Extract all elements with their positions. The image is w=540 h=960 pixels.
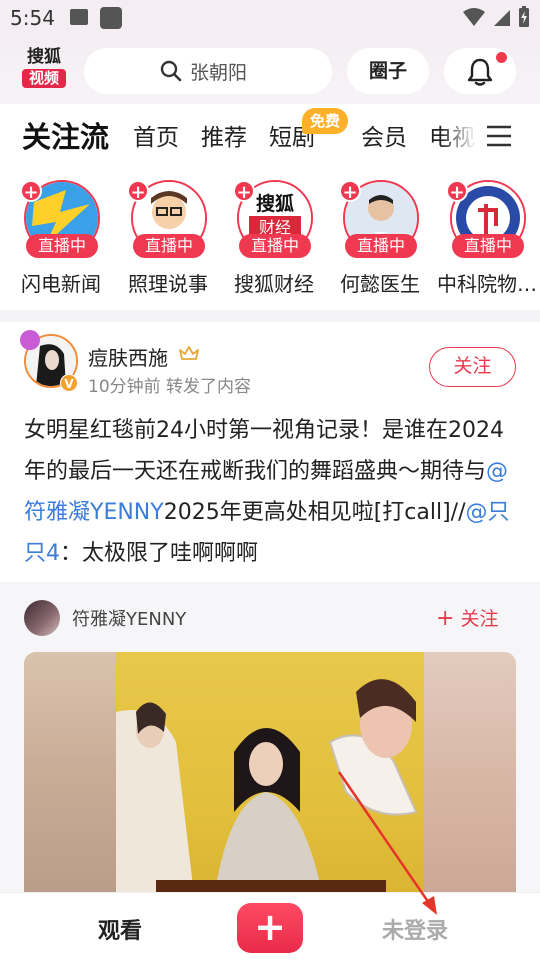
add-icon[interactable]: + bbox=[20, 180, 42, 203]
video-scene-icon bbox=[116, 679, 418, 892]
add-icon[interactable]: + bbox=[233, 180, 255, 203]
follow-button[interactable]: 关注 bbox=[429, 347, 516, 387]
quoted-follow-button[interactable]: + 关注 bbox=[436, 604, 498, 631]
plus-icon: + bbox=[436, 606, 455, 631]
post-text-part: 2025年更高处相见啦[打call]// bbox=[163, 500, 466, 525]
quoted-author-name[interactable]: 符雅凝YENNY bbox=[72, 605, 186, 631]
live-item[interactable]: + 直播中 中科院物… bbox=[434, 180, 540, 300]
logo-bottom-text: 视频 bbox=[22, 69, 66, 88]
sohu-video-logo[interactable]: 搜狐 视频 bbox=[22, 48, 66, 90]
bottom-nav: 观看 + 未登录 bbox=[0, 892, 540, 960]
live-item-name: 中科院物… bbox=[437, 272, 537, 296]
video-blur-right bbox=[424, 652, 516, 892]
channel-tabs: 关注流 首页 推荐 短剧 免费 会员 电视 bbox=[0, 104, 540, 166]
battery-icon bbox=[519, 6, 529, 27]
live-item[interactable]: + 直播中 闪电新闻 bbox=[8, 180, 114, 300]
avatar-frame-icon bbox=[20, 330, 40, 350]
tab-home[interactable]: 首页 bbox=[133, 118, 179, 152]
post-text-part: 女明星红毯前24小时第一视角记录！是谁在2024年的最后一天还在戒断我们的舞蹈盛… bbox=[24, 418, 504, 484]
post-text[interactable]: 女明星红毯前24小时第一视角记录！是谁在2024年的最后一天还在戒断我们的舞蹈盛… bbox=[24, 410, 520, 574]
create-button[interactable]: + bbox=[237, 903, 303, 953]
app-notification-icon bbox=[100, 7, 122, 29]
search-placeholder: 张朝阳 bbox=[190, 62, 248, 84]
live-badge: 直播中 bbox=[133, 234, 205, 258]
free-badge: 免费 bbox=[302, 108, 349, 134]
add-icon[interactable]: + bbox=[127, 180, 149, 203]
notification-button[interactable] bbox=[444, 48, 516, 94]
status-bar: 5:54 bbox=[0, 0, 540, 36]
menu-icon[interactable] bbox=[486, 124, 512, 148]
tab-vip[interactable]: 会员 bbox=[361, 118, 407, 152]
video-blur-left bbox=[24, 652, 116, 892]
notification-dot bbox=[496, 52, 507, 63]
bell-icon bbox=[467, 58, 493, 86]
avatar[interactable] bbox=[24, 600, 60, 636]
video-thumbnail[interactable] bbox=[24, 652, 516, 892]
live-item-name: 闪电新闻 bbox=[21, 272, 101, 296]
live-item-name: 何懿医生 bbox=[340, 272, 420, 296]
wifi-icon bbox=[463, 8, 485, 26]
image-notification-icon bbox=[70, 9, 88, 25]
nav-login[interactable]: 未登录 bbox=[382, 913, 448, 945]
add-icon[interactable]: + bbox=[446, 180, 468, 203]
tab-recommend[interactable]: 推荐 bbox=[201, 118, 247, 152]
live-item-name: 搜狐财经 bbox=[234, 272, 314, 296]
search-input[interactable]: 张朝阳 bbox=[84, 48, 332, 94]
status-time: 5:54 bbox=[10, 6, 55, 30]
post-text-part: ：太极限了哇啊啊啊 bbox=[60, 541, 259, 566]
search-icon bbox=[160, 60, 182, 82]
live-badge: 直播中 bbox=[239, 234, 311, 258]
crown-icon bbox=[179, 346, 199, 360]
svg-text:搜狐: 搜狐 bbox=[256, 192, 294, 215]
post-meta: 10分钟前 转发了内容 bbox=[88, 377, 252, 397]
feed-post[interactable]: V 痘肤西施 10分钟前 转发了内容 关注 女明星红毯前24小时第一视角记录！是… bbox=[0, 322, 540, 582]
author-name[interactable]: 痘肤西施 bbox=[88, 342, 168, 371]
logo-top-text: 搜狐 bbox=[27, 47, 61, 67]
tab-fade bbox=[440, 104, 486, 166]
tab-follow-stream[interactable]: 关注流 bbox=[22, 114, 109, 156]
verified-icon: V bbox=[60, 374, 78, 392]
add-icon[interactable]: + bbox=[339, 180, 361, 203]
signal-icon bbox=[494, 10, 510, 26]
live-badge: 直播中 bbox=[345, 234, 417, 258]
live-badge: 直播中 bbox=[26, 234, 98, 258]
live-item[interactable]: 搜狐 财经 + 直播中 搜狐财经 bbox=[221, 180, 327, 300]
live-streams-row: + 直播中 闪电新闻 + 直播中 照理说事 搜狐 财经 + 直播中 搜狐财经 +… bbox=[0, 166, 540, 310]
quoted-follow-label: 关注 bbox=[460, 608, 499, 630]
live-badge: 直播中 bbox=[452, 234, 524, 258]
live-item-name: 照理说事 bbox=[128, 272, 208, 296]
live-item[interactable]: + 直播中 照理说事 bbox=[115, 180, 221, 300]
app-header: 搜狐 视频 张朝阳 圈子 bbox=[0, 36, 540, 104]
nav-watch[interactable]: 观看 bbox=[98, 913, 142, 945]
section-divider bbox=[0, 310, 540, 322]
video-frame-image bbox=[116, 652, 424, 892]
reposted-content[interactable]: 符雅凝YENNY + 关注 bbox=[0, 582, 540, 892]
circle-button[interactable]: 圈子 bbox=[347, 48, 429, 94]
live-item[interactable]: + 直播中 何懿医生 bbox=[327, 180, 433, 300]
